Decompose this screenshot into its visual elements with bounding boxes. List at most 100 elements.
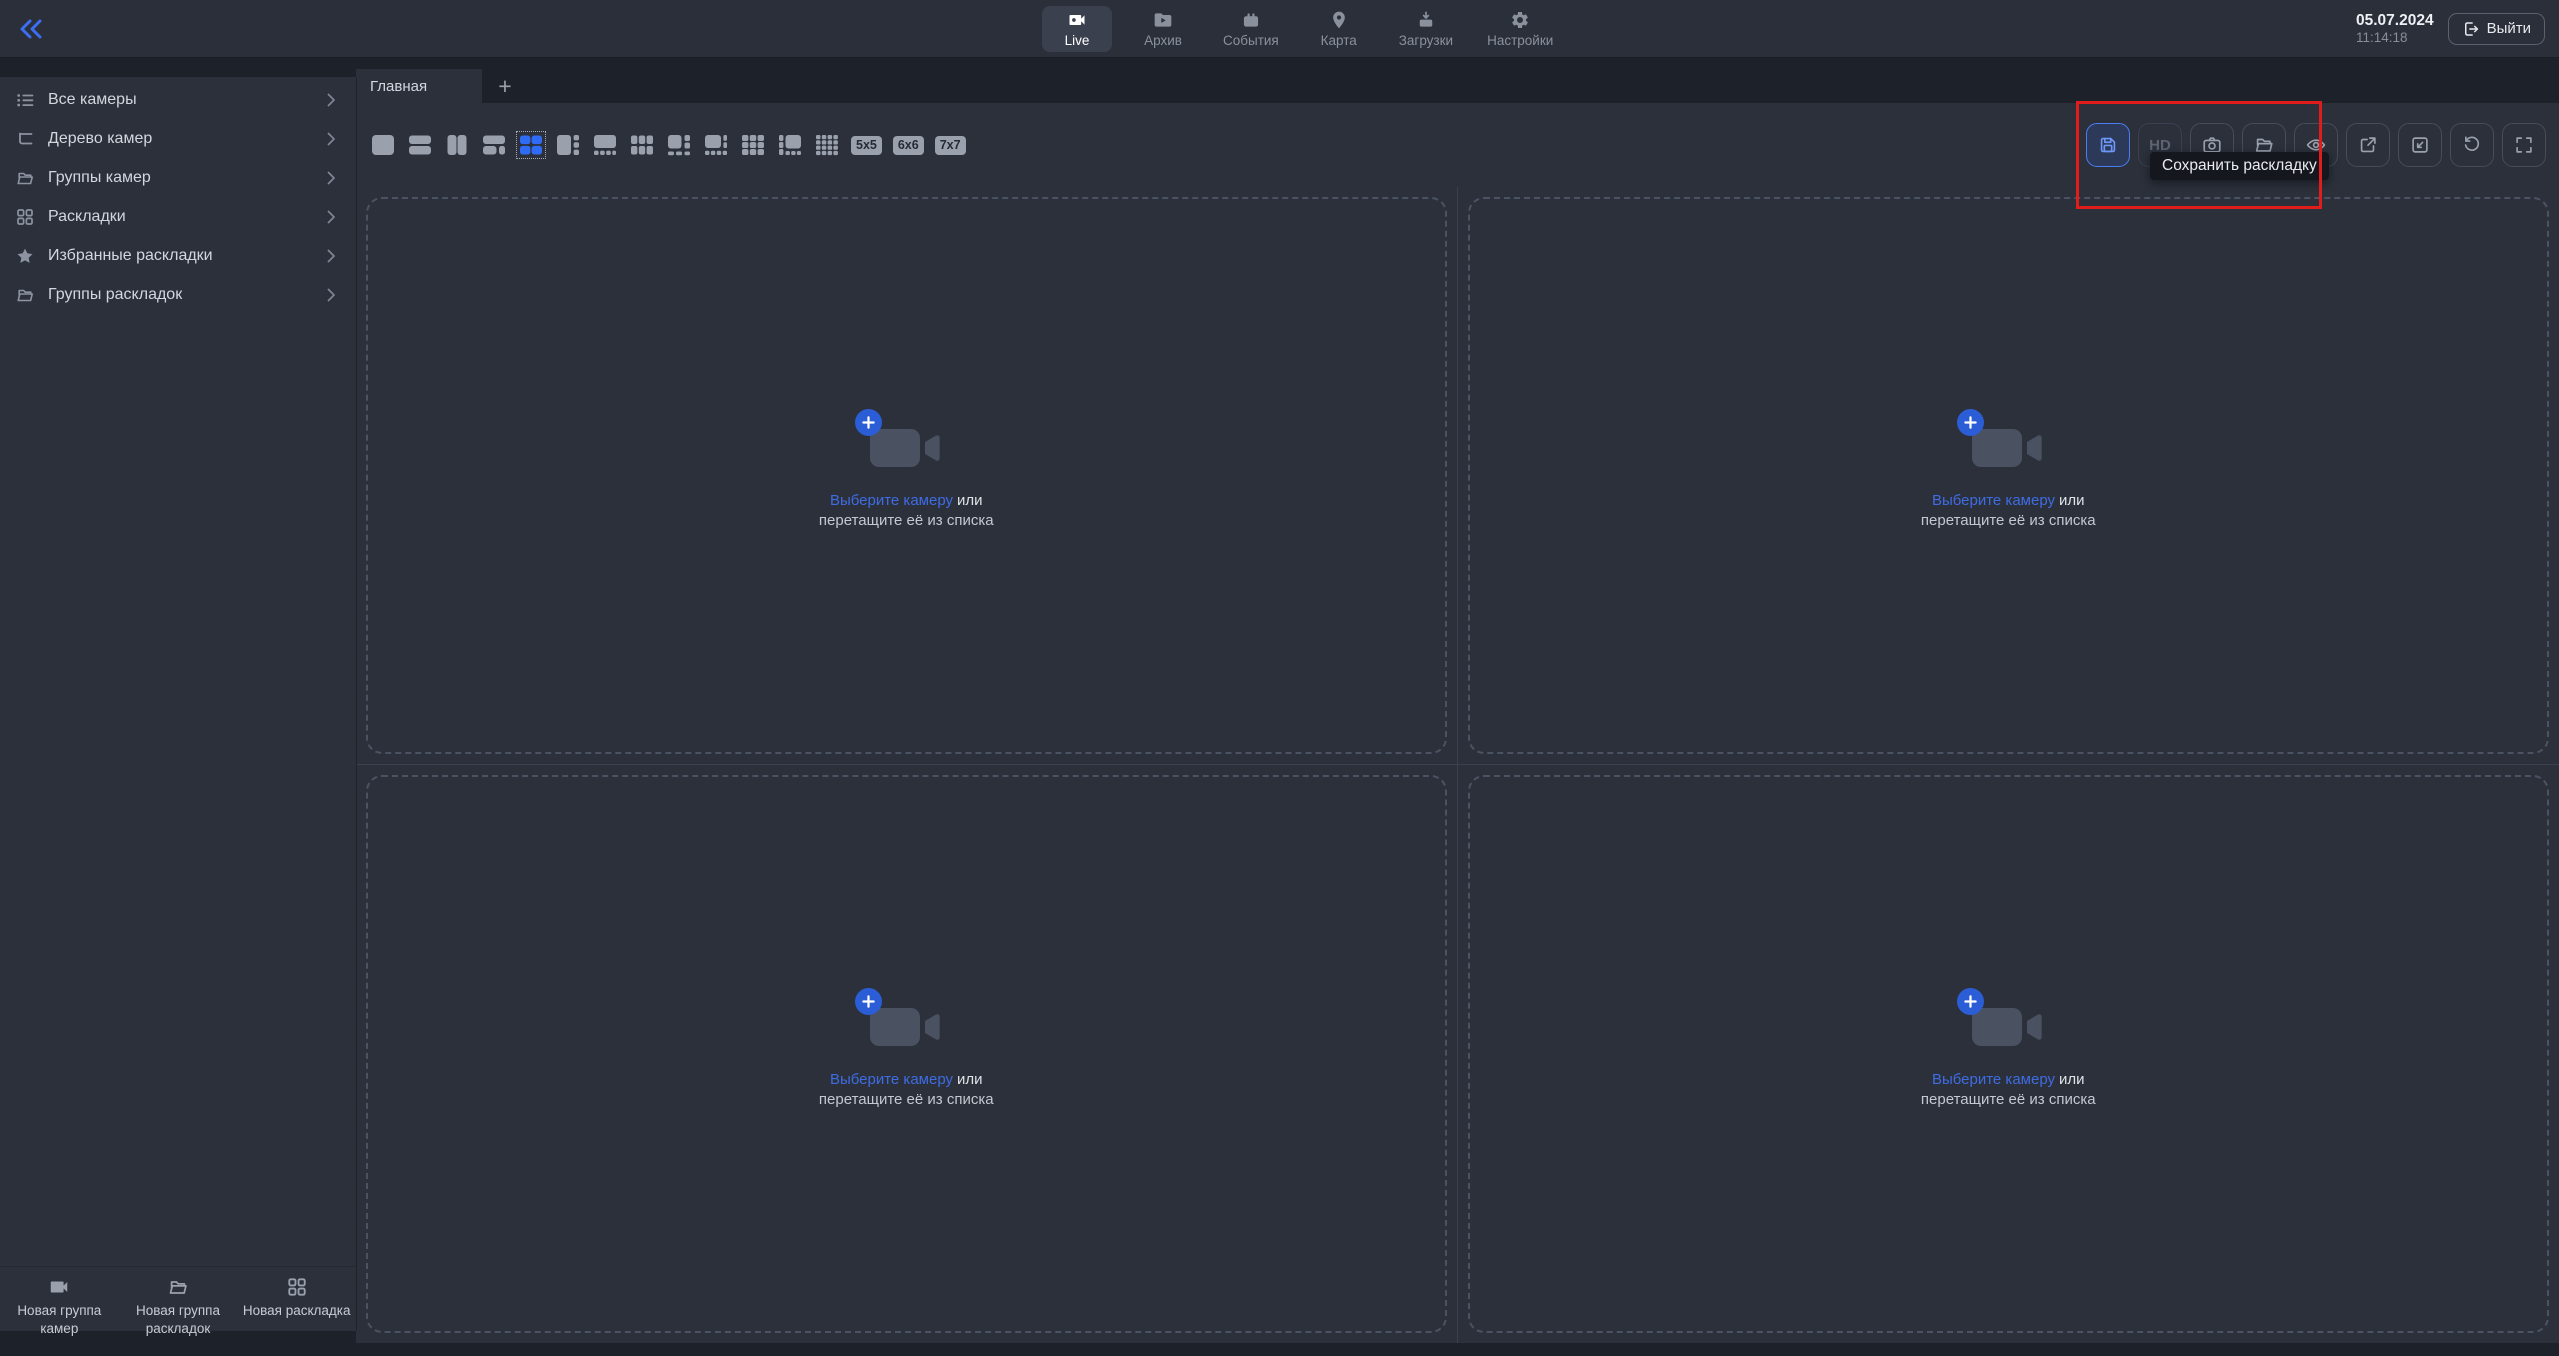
current-time: 11:14:18: [2356, 30, 2434, 46]
nav-downloads-label: Загрузки: [1399, 33, 1453, 48]
layout-preset-1-plus-8-button[interactable]: [777, 133, 803, 157]
sidebar-item-favorite-layouts[interactable]: Избранные раскладки: [0, 236, 356, 275]
sidebar-item-label: Раскладки: [48, 208, 308, 226]
camera-slot-1[interactable]: Выберите камеруили перетащите её из спис…: [356, 187, 1458, 765]
sidebar-item-label: Дерево камер: [48, 130, 308, 148]
new-camera-group-button[interactable]: Новая группа камер: [0, 1276, 119, 1356]
tab-strip: Главная +: [356, 69, 2559, 103]
add-camera-button[interactable]: [855, 988, 882, 1015]
download-tray-icon: [1414, 10, 1438, 30]
camera-illustration: [862, 420, 950, 476]
layout-preset-2-rows-button[interactable]: [407, 133, 433, 157]
layout-preset-4x4-button[interactable]: [814, 133, 840, 157]
list-icon: [15, 90, 35, 110]
exit-arrow-icon: [2462, 20, 2480, 38]
plus-icon: [1964, 416, 1977, 429]
layout-preset-1-plus-7-button[interactable]: [703, 133, 729, 157]
sidebar-item-all-cameras[interactable]: Все камеры: [0, 80, 356, 119]
chevron-right-icon: [321, 129, 341, 149]
camera-illustration: [1964, 999, 2052, 1055]
camera-illustration: [862, 999, 950, 1055]
layout-preset-1-plus-3-button[interactable]: [555, 133, 581, 157]
floppy-disk-icon: [2097, 134, 2119, 156]
nav-map-label: Карта: [1321, 33, 1357, 48]
sidebar-item-layouts[interactable]: Раскладки: [0, 197, 356, 236]
event-box-icon: [1239, 10, 1263, 30]
new-layout-button[interactable]: Новая раскладка: [237, 1276, 356, 1356]
nav-events[interactable]: События: [1214, 6, 1288, 52]
select-camera-link[interactable]: Выберите камеру: [830, 492, 953, 509]
plus-icon: [862, 416, 875, 429]
current-date: 05.07.2024: [2356, 12, 2434, 30]
camera-slot-dropzone[interactable]: Выберите камеруили перетащите её из спис…: [1468, 197, 2550, 754]
layout-7x7-button[interactable]: 7x7: [935, 136, 966, 155]
camera-placeholder: Выберите камеруили перетащите её из спис…: [819, 999, 994, 1110]
camera-slot-3[interactable]: Выберите камеруили перетащите её из спис…: [356, 765, 1458, 1343]
video-camera-icon: [1065, 10, 1089, 30]
nav-live[interactable]: Live: [1042, 6, 1112, 52]
layout-preset-1-plus-4-button[interactable]: [592, 133, 618, 157]
refresh-button[interactable]: [2450, 123, 2494, 167]
sidebar-item-layout-groups[interactable]: Группы раскладок: [0, 275, 356, 314]
nav-map[interactable]: Карта: [1304, 6, 1374, 52]
camera-placeholder: Выберите камеруили перетащите её из спис…: [1921, 420, 2096, 531]
select-camera-link[interactable]: Выберите камеру: [1932, 492, 2055, 509]
main-area: Главная + 5x5 6x6 7x7: [356, 57, 2559, 1331]
sidebar-item-label: Группы раскладок: [48, 286, 308, 304]
sidebar-item-camera-groups[interactable]: Группы камер: [0, 158, 356, 197]
grid-icon: [15, 207, 35, 227]
new-camera-group-label: Новая группа камер: [1, 1302, 117, 1338]
gear-icon: [1508, 10, 1532, 30]
logout-button[interactable]: Выйти: [2448, 13, 2545, 45]
sidebar-collapse-button[interactable]: [16, 14, 46, 44]
fullscreen-button[interactable]: [2502, 123, 2546, 167]
camera-slot-dropzone[interactable]: Выберите камеруили перетащите её из спис…: [366, 775, 1447, 1333]
layout-preset-1x1-button[interactable]: [370, 133, 396, 157]
layout-preset-1-plus-2-button[interactable]: [481, 133, 507, 157]
chevron-right-icon: [321, 168, 341, 188]
export-button[interactable]: [2346, 123, 2390, 167]
camera-slot-4[interactable]: Выберите камеруили перетащите её из спис…: [1458, 765, 2559, 1343]
star-icon: [15, 246, 35, 266]
layout-5x5-button[interactable]: 5x5: [851, 136, 882, 155]
folder-open-icon: [15, 285, 35, 305]
resize-in-icon: [2409, 134, 2431, 156]
sidebar-item-camera-tree[interactable]: Дерево камер: [0, 119, 356, 158]
grid-icon: [285, 1276, 309, 1298]
nav-settings-label: Настройки: [1487, 33, 1553, 48]
new-layout-label: Новая раскладка: [239, 1302, 355, 1320]
tab-main[interactable]: Главная: [356, 69, 482, 103]
layout-preset-1-plus-5-button[interactable]: [666, 133, 692, 157]
map-pin-icon: [1327, 10, 1351, 30]
folder-open-icon: [166, 1276, 190, 1298]
add-camera-button[interactable]: [1957, 988, 1984, 1015]
sidebar-item-label: Избранные раскладки: [48, 247, 308, 265]
new-layout-group-button[interactable]: Новая группа раскладок: [119, 1276, 238, 1356]
camera-slot-dropzone[interactable]: Выберите камеруили перетащите её из спис…: [1468, 775, 2550, 1333]
tree-icon: [15, 129, 35, 149]
camera-placeholder: Выберите камеруили перетащите её из спис…: [1921, 999, 2096, 1110]
placeholder-text: Выберите камеруили перетащите её из спис…: [819, 491, 994, 531]
add-tab-button[interactable]: +: [482, 69, 528, 103]
layout-preset-3x3-button[interactable]: [740, 133, 766, 157]
layout-preset-2-cols-button[interactable]: [444, 133, 470, 157]
nav-archive[interactable]: Архив: [1128, 6, 1198, 52]
layout-presets: 5x5 6x6 7x7: [370, 133, 966, 157]
chevron-right-icon: [321, 207, 341, 227]
save-layout-tooltip: Сохранить раскладку: [2150, 152, 2329, 180]
shrink-button[interactable]: [2398, 123, 2442, 167]
nav-live-label: Live: [1065, 33, 1090, 48]
layout-preset-2x2-button[interactable]: [518, 133, 544, 157]
sidebar-list: Все камеры Дерево камер Группы камер Рас…: [0, 77, 356, 314]
camera-slot-2[interactable]: Выберите камеруили перетащите её из спис…: [1458, 187, 2559, 765]
nav-settings[interactable]: Настройки: [1478, 6, 1562, 52]
layout-preset-3x2-button[interactable]: [629, 133, 655, 157]
clock: 05.07.2024 11:14:18: [2356, 12, 2434, 45]
layout-6x6-button[interactable]: 6x6: [893, 136, 924, 155]
camera-slot-dropzone[interactable]: Выберите камеруили перетащите её из спис…: [366, 197, 1447, 754]
select-camera-link[interactable]: Выберите камеру: [1932, 1071, 2055, 1088]
sidebar-footer: Новая группа камер Новая группа раскладо…: [0, 1266, 356, 1356]
nav-downloads[interactable]: Загрузки: [1390, 6, 1462, 52]
select-camera-link[interactable]: Выберите камеру: [830, 1071, 953, 1088]
save-layout-button[interactable]: [2086, 123, 2130, 167]
